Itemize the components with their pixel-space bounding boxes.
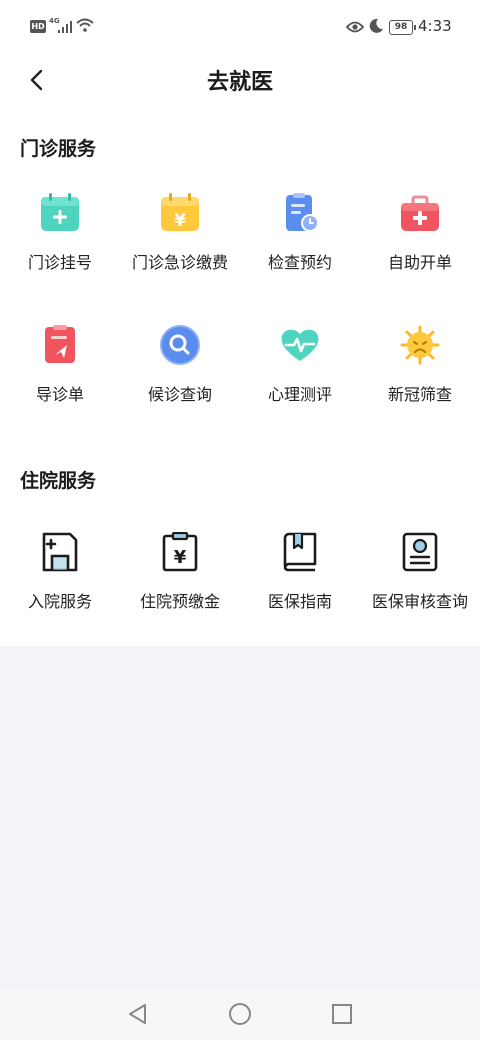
item-label: 自助开单 xyxy=(387,253,452,272)
inpatient-deposit-button[interactable]: ¥ 住院预缴金 xyxy=(120,532,240,642)
svg-text:¥: ¥ xyxy=(174,547,187,568)
item-label: 候诊查询 xyxy=(147,385,212,404)
virus-icon xyxy=(400,325,440,365)
clipboard-send-icon xyxy=(45,325,75,363)
calendar-plus-icon xyxy=(41,193,79,231)
admission-service-button[interactable]: 入院服务 xyxy=(0,532,120,642)
self-order-button[interactable]: 自助开单 xyxy=(360,193,480,303)
item-label: 住院预缴金 xyxy=(139,592,220,611)
item-label: 心理测评 xyxy=(267,385,332,404)
outpatient-registration-button[interactable]: 门诊挂号 xyxy=(0,193,120,303)
emergency-payment-button[interactable]: ¥ 门诊急诊缴费 xyxy=(120,193,240,303)
item-label: 新冠筛查 xyxy=(387,385,452,404)
insurance-card-icon xyxy=(402,532,438,572)
wifi-icon xyxy=(76,18,94,32)
insurance-review-button[interactable]: 医保审核查询 xyxy=(360,532,480,642)
signal-icon xyxy=(56,21,74,33)
battery-icon: 98 xyxy=(389,20,416,35)
item-label: 门诊急诊缴费 xyxy=(131,253,228,272)
nav-back-icon[interactable] xyxy=(126,1002,148,1026)
moon-icon xyxy=(369,18,383,33)
section-title-inpatient: 住院服务 xyxy=(20,470,97,492)
item-label: 检查预约 xyxy=(267,253,332,272)
item-label: 医保指南 xyxy=(267,592,332,611)
queue-inquiry-button[interactable]: 候诊查询 xyxy=(120,325,240,435)
eye-icon xyxy=(346,21,364,33)
page-title: 去就医 xyxy=(206,70,273,95)
clock: 4:33 xyxy=(418,17,452,35)
insurance-guide-button[interactable]: 医保指南 xyxy=(240,532,360,642)
section-title-outpatient: 门诊服务 xyxy=(20,138,97,160)
status-bar: HD 4G 98 4:33 xyxy=(0,0,480,56)
hd-icon: HD xyxy=(30,20,46,33)
psych-assessment-button[interactable]: 心理测评 xyxy=(240,325,360,435)
exam-appointment-button[interactable]: 检查预约 xyxy=(240,193,360,303)
nav-home-icon[interactable] xyxy=(228,1002,252,1026)
svg-text:¥: ¥ xyxy=(174,211,186,231)
system-nav-bar xyxy=(0,988,480,1040)
item-label: 门诊挂号 xyxy=(27,253,92,272)
heart-pulse-icon xyxy=(281,329,319,361)
guide-sheet-button[interactable]: 导诊单 xyxy=(0,325,120,435)
item-label: 导诊单 xyxy=(35,385,84,404)
nav-recents-icon[interactable] xyxy=(331,1002,353,1026)
item-label: 医保审核查询 xyxy=(371,592,468,611)
covid-screening-button[interactable]: 新冠筛查 xyxy=(360,325,480,435)
item-label: 入院服务 xyxy=(27,592,92,611)
medical-kit-icon xyxy=(401,195,439,231)
clipboard-yuan-icon: ¥ xyxy=(162,532,198,572)
clipboard-clock-icon xyxy=(286,193,319,232)
calendar-yuan-icon: ¥ xyxy=(161,193,199,231)
search-bubble-icon xyxy=(160,325,200,365)
book-bookmark-icon xyxy=(283,532,317,572)
admission-doc-icon xyxy=(42,532,78,572)
